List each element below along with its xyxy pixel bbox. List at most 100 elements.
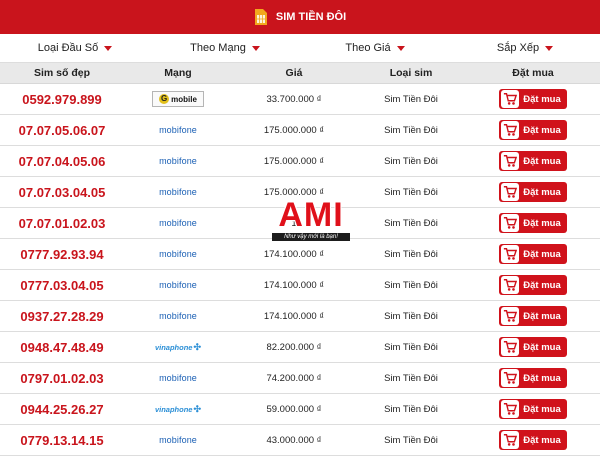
sim-number[interactable]: 0592.979.899 xyxy=(0,83,124,115)
cart-icon xyxy=(501,245,520,263)
network-cell: mobifone xyxy=(124,424,232,456)
price-cell: 74.200.000 ₫ xyxy=(232,362,356,394)
buy-button[interactable]: Đặt mua xyxy=(499,368,567,388)
buy-button[interactable]: Đặt mua xyxy=(499,306,567,326)
column-header-number: Sim số đẹp xyxy=(0,63,124,84)
table-row[interactable]: 0777.03.04.05 mobifone 174.100.000 ₫ Sim Ti… xyxy=(0,269,600,301)
buy-button[interactable]: Đặt mua xyxy=(499,399,567,419)
sim-type-cell: Sim Tiền Đôi xyxy=(356,238,466,270)
table-row[interactable]: 0777.92.93.94 mobifone 174.100.000 ₫ Sim Ti… xyxy=(0,238,600,270)
sim-number[interactable]: 07.07.05.06.07 xyxy=(0,114,124,146)
sim-type-cell: Sim Tiền Đôi xyxy=(356,207,466,239)
buy-button[interactable]: Đặt mua xyxy=(499,120,567,140)
network-cell: mobifone xyxy=(124,269,232,301)
caret-down-icon xyxy=(545,45,554,51)
price-cell: 43.000.000 ₫ xyxy=(232,424,356,456)
page-title: SIM TIỀN ĐÔI xyxy=(275,11,347,23)
filter-price-dropdown[interactable]: Theo Giá xyxy=(300,42,450,54)
mobifone-logo: mobifone xyxy=(159,279,197,290)
buy-cell: Đặt mua xyxy=(466,238,600,270)
network-cell: mobifone xyxy=(124,176,232,208)
buy-cell: Đặt mua xyxy=(466,393,600,425)
cart-icon xyxy=(501,121,520,139)
buy-button-label: Đặt mua xyxy=(523,217,561,229)
sim-card-icon xyxy=(254,9,267,25)
table-row[interactable]: 0797.01.02.03 mobifone 74.200.000 ₫ Sim Tiề… xyxy=(0,362,600,394)
sim-number[interactable]: 0797.01.02.03 xyxy=(0,362,124,394)
vinaphone-logo: vinaphone ✣ xyxy=(154,341,202,352)
sim-number[interactable]: 0944.25.26.27 xyxy=(0,393,124,425)
sim-type-cell: Sim Tiền Đôi xyxy=(356,362,466,394)
price-cell: 33.700.000 ₫ xyxy=(232,83,356,115)
buy-cell: Đặt mua xyxy=(466,331,600,363)
buy-button[interactable]: Đặt mua xyxy=(499,275,567,295)
filter-network-dropdown[interactable]: Theo Mạng xyxy=(150,42,300,54)
sim-number[interactable]: 0948.47.48.49 xyxy=(0,331,124,363)
buy-button[interactable]: Đặt mua xyxy=(499,337,567,357)
column-header-type: Loại sim xyxy=(356,63,466,84)
price-cell: 59.000.000 ₫ xyxy=(232,393,356,425)
sim-number[interactable]: 07.07.01.02.03 xyxy=(0,207,124,239)
mobifone-logo: mobifone xyxy=(159,124,197,135)
table-row[interactable]: 0592.979.899 Gmobile 33.700.000 ₫ Sim Tiền … xyxy=(0,83,600,115)
table-row[interactable]: 07.07.05.06.07 mobifone 175.000.000 ₫ Sim T… xyxy=(0,114,600,146)
buy-cell: Đặt mua xyxy=(466,114,600,146)
sim-type-cell: Sim Tiền Đôi xyxy=(356,300,466,332)
cart-icon xyxy=(501,183,520,201)
sim-number[interactable]: 07.07.03.04.05 xyxy=(0,176,124,208)
buy-button-label: Đặt mua xyxy=(523,279,561,291)
filter-label: Theo Giá xyxy=(345,42,391,54)
watermark-tagline: Như vậy mới là bạn! xyxy=(272,233,350,241)
sim-number[interactable]: 07.07.04.05.06 xyxy=(0,145,124,177)
cart-icon xyxy=(501,214,520,232)
buy-button[interactable]: Đặt mua xyxy=(499,430,567,450)
buy-button-label: Đặt mua xyxy=(523,434,561,446)
buy-button[interactable]: Đặt mua xyxy=(499,182,567,202)
table-row[interactable]: 0948.47.48.49 vinaphone ✣ 82.200.000 ₫ Sim T… xyxy=(0,331,600,363)
cart-icon xyxy=(501,338,520,356)
cart-icon xyxy=(501,152,520,170)
buy-cell: Đặt mua xyxy=(466,176,600,208)
table-header-row: Sim số đẹp Mạng Giá Loại sim Đặt mua xyxy=(0,63,600,84)
filter-label: Sắp Xếp xyxy=(496,42,540,54)
sim-type-cell: Sim Tiền Đôi xyxy=(356,176,466,208)
buy-button-label: Đặt mua xyxy=(523,248,561,260)
sim-number[interactable]: 0779.13.14.15 xyxy=(0,424,124,456)
buy-button-label: Đặt mua xyxy=(523,372,561,384)
buy-button-label: Đặt mua xyxy=(523,124,561,136)
network-cell: vinaphone ✣ xyxy=(124,331,232,363)
vinaphone-logo: vinaphone ✣ xyxy=(154,403,202,414)
table-row[interactable]: 0937.27.28.29 mobifone 174.100.000 ₫ Sim Ti… xyxy=(0,300,600,332)
mobifone-logo: mobifone xyxy=(159,186,197,197)
buy-button[interactable]: Đặt mua xyxy=(499,244,567,264)
filter-prefix-dropdown[interactable]: Loại Đầu Số xyxy=(0,42,150,54)
buy-button[interactable]: Đặt mua xyxy=(499,89,567,109)
network-cell: mobifone xyxy=(124,145,232,177)
sim-number[interactable]: 0777.92.93.94 xyxy=(0,238,124,270)
sim-table: Sim số đẹp Mạng Giá Loại sim Đặt mua 059… xyxy=(0,63,600,456)
buy-button-label: Đặt mua xyxy=(523,341,561,353)
mobifone-logo: mobifone xyxy=(159,372,197,383)
cart-icon xyxy=(501,307,520,325)
filter-sort-dropdown[interactable]: Sắp Xếp xyxy=(450,42,600,54)
table-row[interactable]: 0944.25.26.27 vinaphone ✣ 59.000.000 ₫ Sim T… xyxy=(0,393,600,425)
sim-type-cell: Sim Tiền Đôi xyxy=(356,145,466,177)
buy-button[interactable]: Đặt mua xyxy=(499,151,567,171)
caret-down-icon xyxy=(396,45,405,51)
table-row[interactable]: 0779.13.14.15 mobifone 43.000.000 ₫ Sim Tiề… xyxy=(0,424,600,456)
cart-icon xyxy=(501,369,520,387)
buy-button[interactable]: Đặt mua xyxy=(499,213,567,233)
filter-label: Loại Đầu Số xyxy=(37,42,99,54)
caret-down-icon xyxy=(251,45,260,51)
sim-number[interactable]: 0937.27.28.29 xyxy=(0,300,124,332)
sim-number[interactable]: 0777.03.04.05 xyxy=(0,269,124,301)
price-cell: 174.100.000 ₫ xyxy=(232,300,356,332)
sim-type-cell: Sim Tiền Đôi xyxy=(356,424,466,456)
sim-type-cell: Sim Tiền Đôi xyxy=(356,269,466,301)
price-cell: 175.000.000 ₫ xyxy=(232,114,356,146)
column-header-buy: Đặt mua xyxy=(466,63,600,84)
table-row[interactable]: 07.07.04.05.06 mobifone 175.000.000 ₫ Sim T… xyxy=(0,145,600,177)
sim-type-cell: Sim Tiền Đôi xyxy=(356,393,466,425)
page-header: SIM TIỀN ĐÔI xyxy=(0,0,600,34)
price-cell: 82.200.000 ₫ xyxy=(232,331,356,363)
